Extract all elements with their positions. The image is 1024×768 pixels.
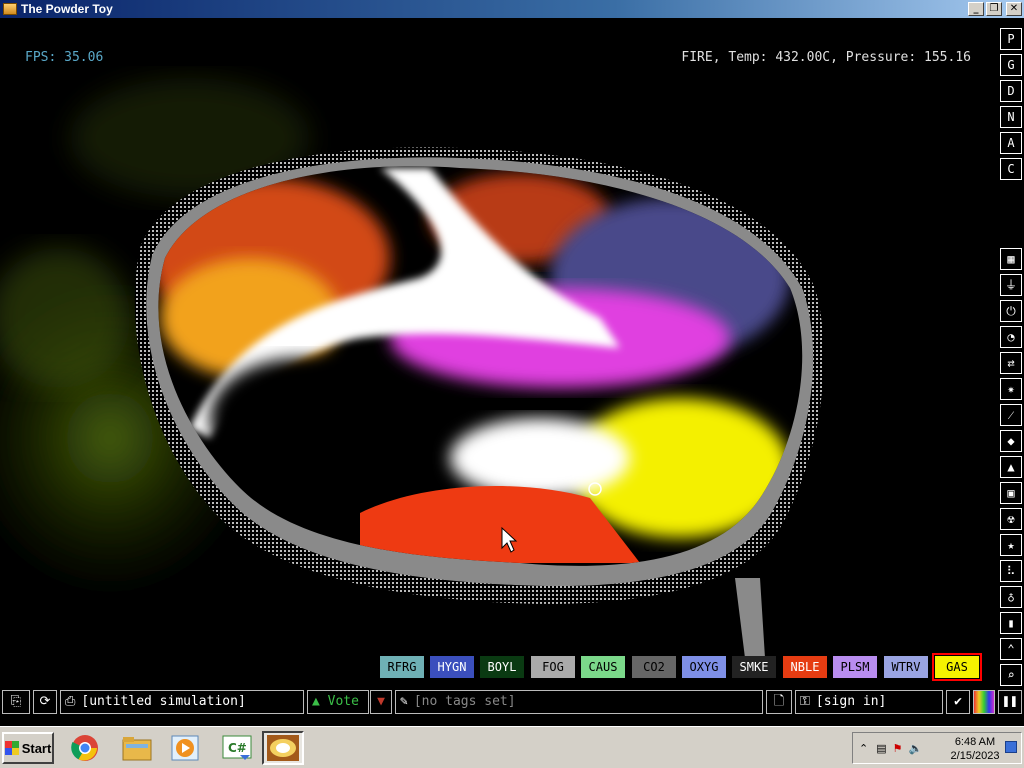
system-tray: ⌃ ▤ ⚑ 🔈 6:48 AM 2/15/2023 [852,732,1022,764]
powder-toy-icon [267,735,299,761]
element-gas[interactable]: GAS [932,653,982,681]
element-nble[interactable]: NBLE [783,656,827,678]
media-player-icon [171,735,199,761]
sensors-icon[interactable]: ◔ [1000,326,1022,348]
media-player-taskbar-button[interactable] [164,731,206,765]
thumbs-down-icon: ▼ [377,694,385,709]
pause-icon: ❚❚ [1002,694,1018,709]
minimize-button[interactable]: _ [968,2,984,16]
element-smke[interactable]: SMKE [732,656,776,678]
windows-logo-icon [4,741,19,755]
powders-icon[interactable]: ▲ [1000,456,1022,478]
render-options-button[interactable] [973,690,995,714]
show-desktop-icon[interactable] [1005,741,1017,753]
thumbs-up-icon: ▲ [312,694,320,709]
close-button[interactable]: ✕ [1006,2,1022,16]
radioactive-icon[interactable]: ☢ [1000,508,1022,530]
clock-time: 6:48 AM [954,736,996,748]
sign-in-label: [sign in] [815,694,887,709]
network-icon[interactable]: ▤ [876,742,886,755]
decoration-icon[interactable]: ⌃ [1000,638,1022,660]
volume-icon[interactable]: 🔈 [909,742,923,755]
simulation-render [0,78,824,658]
save-simulation-button[interactable]: ⎙ [untitled simulation] [60,690,304,714]
explorer-taskbar-button[interactable] [116,731,158,765]
chrome-icon [71,735,98,761]
key-icon: ⚿ [800,694,810,709]
vote-label: Vote [327,694,359,709]
tag-icon: ✎ [400,694,408,709]
element-oxyg[interactable]: OXYG [682,656,726,678]
solids-icon[interactable]: ▣ [1000,482,1022,504]
powder-toy-app-icon [3,3,17,15]
force-icon[interactable]: ⇄ [1000,352,1022,374]
explosives-icon[interactable]: ✷ [1000,378,1022,400]
sign-in-button[interactable]: ⚿ [sign in] [795,690,943,714]
save-icon: ⎙ [65,694,76,709]
pause-button[interactable]: ❚❚ [998,690,1022,714]
save-name: [untitled simulation] [81,694,246,709]
tags-label: [no tags set] [413,694,516,709]
reload-icon: ⟳ [39,694,51,709]
start-label: Start [21,740,52,756]
windows-taskbar: Start C# ⌃ ▤ ⚑ 🔈 6:48 AM 2/15/2023 [0,726,1024,768]
walls-icon[interactable]: ▦ [1000,248,1022,270]
taskbar-clock[interactable]: 6:48 AM 2/15/2023 [945,735,1005,763]
csharp-icon: C# [222,735,252,760]
clock-date: 2/15/2023 [950,750,1000,762]
csharp-editor-taskbar-button[interactable]: C# [216,731,258,765]
element-co2[interactable]: CO2 [632,656,676,678]
electronics-icon[interactable]: ⏚ [1000,274,1022,296]
tools-icon[interactable]: ♁ [1000,586,1022,608]
vote-up-button[interactable]: ▲ Vote [307,690,369,714]
special-icon[interactable]: ★ [1000,534,1022,556]
action-center-icon[interactable]: ⚑ [893,742,903,755]
new-document-icon: 🗋 [773,694,785,709]
console-button[interactable]: C [1000,158,1022,180]
powder-toy-taskbar-button[interactable] [262,731,304,765]
liquids-icon[interactable]: ◆ [1000,430,1022,452]
vote-down-button[interactable]: ▼ [370,690,392,714]
element-fog[interactable]: FOG [531,656,575,678]
window-title: The Powder Toy [21,2,113,16]
maximize-button[interactable]: ❐ [986,2,1002,16]
particle-info-hud: FIRE, Temp: 432.00C, Pressure: 155.16 [681,50,971,65]
game-of-life-icon[interactable]: ⠧ [1000,560,1022,582]
search-icon[interactable]: ⌕ [1000,664,1022,686]
chrome-taskbar-button[interactable] [64,731,106,765]
gases-icon[interactable]: ⁄ [1000,404,1022,426]
gravity-button[interactable]: G [1000,54,1022,76]
settings-button[interactable]: ✔ [946,690,970,714]
element-wtrv[interactable]: WTRV [884,656,928,678]
show-hidden-icons-icon[interactable]: ⌃ [859,742,868,755]
check-circle-icon: ✔ [954,694,962,709]
newtonian-button[interactable]: N [1000,106,1022,128]
pause-render-button[interactable]: P [1000,28,1022,50]
start-button[interactable]: Start [2,732,54,764]
favorites-icon[interactable]: ▮ [1000,612,1022,634]
element-caus[interactable]: CAUS [581,656,625,678]
folder-icon [122,737,152,761]
reload-button[interactable]: ⟳ [33,690,57,714]
window-title-bar[interactable]: The Powder Toy _ ❐ ✕ [0,0,1024,18]
tags-button[interactable]: ✎ [no tags set] [395,690,763,714]
open-folder-icon: ⎘ [10,694,22,709]
element-boyl[interactable]: BOYL [480,656,524,678]
ambient-heat-button[interactable]: A [1000,132,1022,154]
element-plsm[interactable]: PLSM [833,656,877,678]
powered-icon[interactable]: ⏻ [1000,300,1022,322]
simulation-canvas[interactable]: FPS: 35.06 FIRE, Temp: 432.00C, Pressure… [0,18,996,686]
open-simulation-button[interactable]: ⎘ [2,690,30,714]
element-rfrg[interactable]: RFRG [380,656,424,678]
element-hygn[interactable]: HYGN [430,656,474,678]
new-simulation-button[interactable]: 🗋 [766,690,792,714]
decorations-button[interactable]: D [1000,80,1022,102]
svg-text:C#: C# [228,741,247,755]
fps-counter: FPS: 35.06 [25,50,104,65]
